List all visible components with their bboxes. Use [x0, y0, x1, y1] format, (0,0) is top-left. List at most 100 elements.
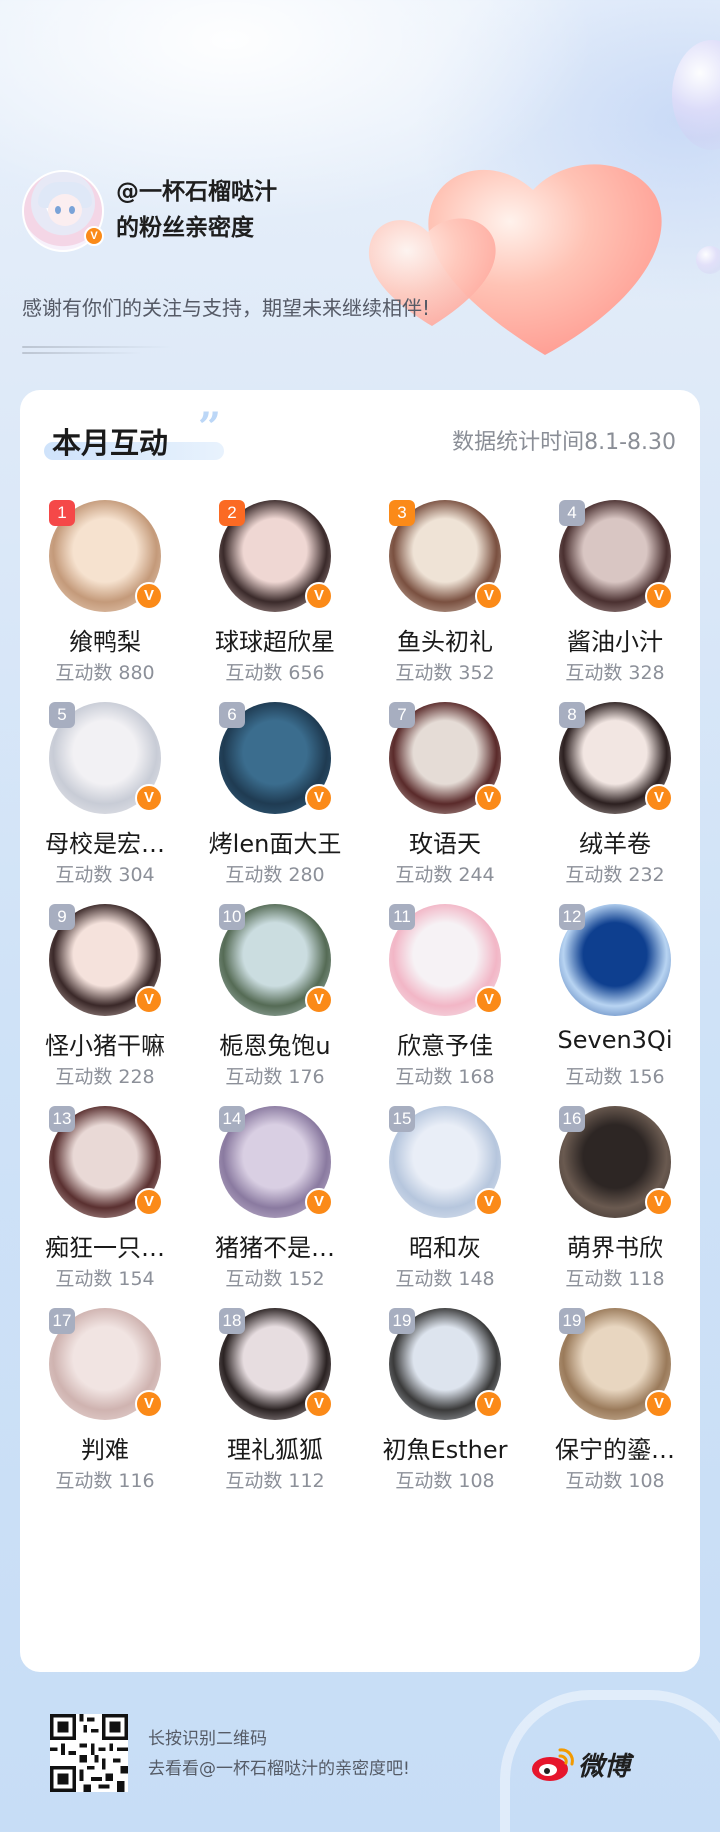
fan-item[interactable]: 18 V 理礼狐狐互动数 112 — [190, 1308, 360, 1544]
interaction-count: 互动数 228 — [55, 1066, 155, 1088]
fan-avatar[interactable]: 1V — [49, 500, 163, 612]
verified-badge-icon: V — [135, 784, 163, 812]
fan-item[interactable]: 12 Seven3Qi 互动数 156 — [530, 904, 700, 1140]
fan-avatar[interactable]: 13 V — [49, 1106, 163, 1218]
rank-badge: 8 — [559, 702, 585, 728]
interaction-count: 互动数 112 — [225, 1470, 325, 1492]
rank-badge: 19 — [559, 1308, 585, 1334]
fan-avatar[interactable]: 8V — [559, 702, 673, 814]
fan-avatar[interactable]: 15 V — [389, 1106, 503, 1218]
fan-avatar[interactable]: 9V — [49, 904, 163, 1016]
page-subtitle: 感谢有你们的关注与支持，期望未来继续相伴! — [22, 296, 431, 320]
verified-badge-icon: V — [135, 582, 163, 610]
rank-badge: 12 — [559, 904, 585, 930]
qr-code[interactable] — [50, 1714, 128, 1792]
rank-badge: 18 — [219, 1308, 245, 1334]
interaction-card: 本月互动 ” 数据统计时间8.1-8.30 1 V 飨鸭梨 互动数 880 2 V 球球超欣… — [20, 390, 700, 1672]
weibo-icon — [532, 1748, 574, 1781]
fan-avatar[interactable]: 7V — [389, 702, 503, 814]
fan-avatar[interactable]: 16 V — [559, 1106, 673, 1218]
interaction-count: 互动数 152 — [225, 1268, 325, 1290]
fan-name: 母校是宏… — [45, 830, 165, 858]
header: V @一杯石榴哒汁 的粉丝亲密度 感谢有你们的关注与支持，期望未来继续相伴! — [22, 170, 702, 370]
fan-item[interactable]: 15 V 昭和灰 互动数 148 — [360, 1106, 530, 1342]
fan-name: 理礼狐狐 — [227, 1436, 323, 1464]
rank-badge: 15 — [389, 1106, 415, 1132]
fan-name: 萌界书欣 — [567, 1234, 663, 1262]
verified-badge-icon: V — [135, 1390, 163, 1418]
verified-badge-icon: V — [305, 1390, 333, 1418]
fan-item[interactable]: 7 V 玫语天 互动数 244 — [360, 702, 530, 938]
fan-avatar[interactable]: 12 — [559, 904, 671, 1016]
interaction-count: 互动数 148 — [395, 1268, 495, 1290]
fan-name: 栀恩兔饱u — [219, 1032, 331, 1060]
fan-item[interactable]: 6 V 烤len面大王 互动数 280 — [190, 702, 360, 938]
interaction-count: 互动数 232 — [565, 864, 665, 886]
rank-badge: 4 — [559, 500, 585, 526]
interaction-count: 互动数 328 — [565, 662, 665, 684]
weibo-logo[interactable]: 微博 — [530, 1742, 650, 1786]
interaction-count: 互动数 108 — [565, 1470, 665, 1492]
fan-item[interactable]: 13 V 痴狂一只… 互动数 154 — [20, 1106, 190, 1342]
verified-badge-icon: V — [475, 986, 503, 1014]
fan-avatar[interactable]: 19 V — [559, 1308, 673, 1420]
fan-name: 怪小猪干嘛 — [45, 1032, 165, 1060]
fan-item[interactable]: 4 V 酱油小汁 互动数 328 — [530, 500, 700, 736]
fan-avatar[interactable]: 6V — [219, 702, 333, 814]
fan-name: 烤len面大王 — [208, 830, 342, 858]
interaction-count: 互动数 118 — [565, 1268, 665, 1290]
fan-name: 痴狂一只… — [45, 1234, 165, 1262]
fan-name: 玫语天 — [409, 830, 481, 858]
fan-name: 猪猪不是… — [215, 1234, 335, 1262]
verified-badge-icon: V — [475, 582, 503, 610]
rank-badge: 19 — [389, 1308, 415, 1334]
fan-item[interactable]: 3 V 鱼头初礼 互动数 352 — [360, 500, 530, 736]
fan-name: 鱼头初礼 — [397, 628, 493, 656]
fan-avatar[interactable]: 4V — [559, 500, 673, 612]
fan-avatar[interactable]: 14 V — [219, 1106, 333, 1218]
fan-avatar[interactable]: 11 V — [389, 904, 503, 1016]
fan-item[interactable]: 11 V 欣意予佳 互动数 168 — [360, 904, 530, 1140]
fan-item[interactable]: 9 V 怪小猪干嘛互动数 228 — [20, 904, 190, 1140]
interaction-count: 互动数 116 — [55, 1470, 155, 1492]
interaction-count: 互动数 154 — [55, 1268, 155, 1290]
verified-badge-icon: V — [645, 582, 673, 610]
rank-badge: 6 — [219, 702, 245, 728]
fan-item[interactable]: 14 V 猪猪不是… 互动数 152 — [190, 1106, 360, 1342]
fan-avatar[interactable]: 17 V — [49, 1308, 163, 1420]
fan-avatar[interactable]: 10 V — [219, 904, 333, 1016]
fan-item[interactable]: 1 V 飨鸭梨 互动数 880 — [20, 500, 190, 736]
fan-avatar[interactable]: 5V — [49, 702, 163, 814]
fan-avatar[interactable]: 2V — [219, 500, 333, 612]
fan-item[interactable]: 8 V 绒羊卷 互动数 232 — [530, 702, 700, 938]
fan-item[interactable]: 16 V 萌界书欣互动数 118 — [530, 1106, 700, 1342]
fan-item[interactable]: 2 V 球球超欣星 互动数 656 — [190, 500, 360, 736]
fan-name: 初魚Esther — [382, 1436, 508, 1464]
rank-badge: 11 — [389, 904, 415, 930]
verified-badge-icon: V — [305, 582, 333, 610]
fan-item[interactable]: 5 V 母校是宏… 互动数 304 — [20, 702, 190, 938]
fan-item[interactable]: 19 V 初魚Esther 互动数 108 — [360, 1308, 530, 1544]
verified-badge-icon: V — [135, 1188, 163, 1216]
verified-badge-icon: V — [645, 784, 673, 812]
fan-item[interactable]: 10 V 栀恩兔饱u 互动数 176 — [190, 904, 360, 1140]
rank-badge: 7 — [389, 702, 415, 728]
fan-avatar[interactable]: 19 V — [389, 1308, 503, 1420]
rank-badge: 13 — [49, 1106, 75, 1132]
weibo-wordmark: 微博 — [578, 1752, 631, 1782]
fan-item[interactable]: 17 V 判难 互动数 116 — [20, 1308, 190, 1544]
verified-badge-icon: V — [84, 226, 104, 246]
fan-avatar[interactable]: 3V — [389, 500, 503, 612]
fan-name: 欣意予佳 — [397, 1032, 493, 1060]
owner-avatar[interactable]: V — [22, 170, 104, 252]
rank-badge: 1 — [49, 500, 75, 526]
card-header: 本月互动 ” 数据统计时间8.1-8.30 — [20, 390, 700, 480]
fan-avatar[interactable]: 18 V — [219, 1308, 333, 1420]
quote-icon: ” — [198, 404, 222, 451]
verified-badge-icon: V — [305, 986, 333, 1014]
qr-hint: 长按识别二维码 去看看@一杯石榴哒汁的亲密度吧! — [148, 1729, 410, 1779]
verified-badge-icon: V — [305, 1188, 333, 1216]
section-title: 本月互动 — [52, 426, 169, 460]
rank-badge: 17 — [49, 1308, 75, 1334]
fan-item[interactable]: 19 V 保宁的鎏… 互动数 108 — [530, 1308, 700, 1544]
